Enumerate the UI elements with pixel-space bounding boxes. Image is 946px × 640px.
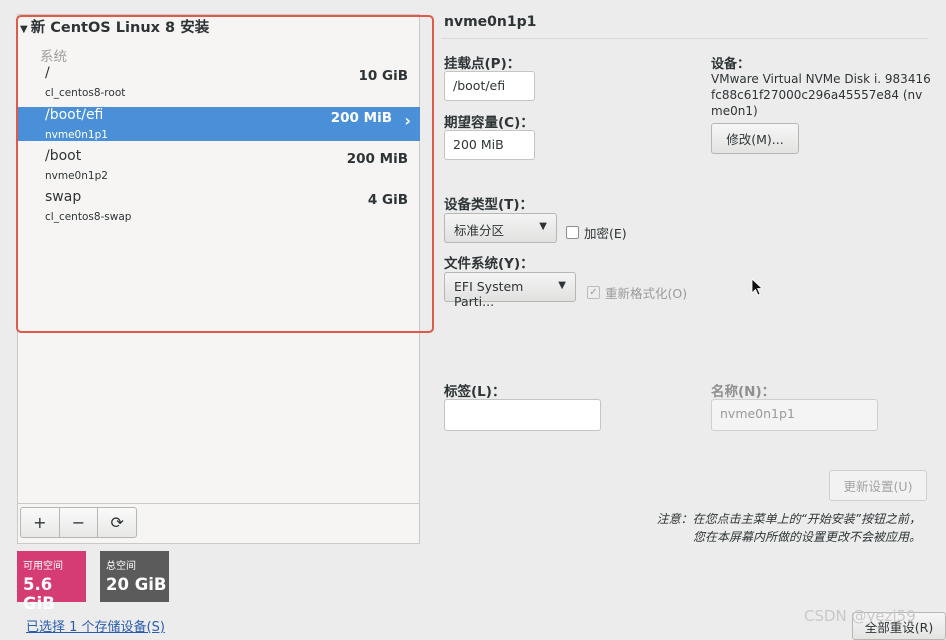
checkbox-box[interactable] [566,226,579,239]
name-label: 名称(N)： [711,384,776,400]
checkbox-checked-icon[interactable]: ✓ [587,286,600,299]
detail-title: nvme0n1p1 [444,14,537,30]
available-space-tile: 可用空间 5.6 GiB [17,551,86,613]
filesystem-value: EFI System Parti... [454,279,524,309]
available-space-value: 5.6 GiB [23,575,55,613]
update-settings-button[interactable]: 更新设置(U) [829,470,927,501]
title-divider [441,38,928,39]
device-type-label: 设备类型(T)： [444,197,534,213]
encrypt-checkbox[interactable]: 加密(E) [566,223,627,242]
partition-toolbar: + − ⟳ [20,507,137,538]
selected-storage-link[interactable]: 已选择 1 个存储设备(S) [26,616,165,635]
dropdown-caret-icon: ▼ [558,280,566,291]
toolbar-divider [18,503,420,504]
tag-input[interactable] [444,399,601,431]
filesystem-label: 文件系统(Y)： [444,256,534,272]
refresh-button[interactable]: ⟳ [98,508,136,537]
capacity-input[interactable]: 200 MiB [444,130,535,160]
add-partition-button[interactable]: + [21,508,60,537]
total-space-tile: 总空间 20 GiB [100,551,169,602]
remove-partition-button[interactable]: − [60,508,99,537]
device-type-value: 标准分区 [454,223,505,238]
total-space-value: 20 GiB [106,575,167,594]
dropdown-caret-icon: ▼ [539,221,547,232]
device-label: 设备： [711,57,751,72]
name-input[interactable]: nvme0n1p1 [711,399,878,431]
filesystem-select[interactable]: EFI System Parti... ▼ [444,272,576,309]
mouse-cursor-icon [751,278,763,296]
encrypt-label: 加密(E) [584,226,627,241]
settings-note: 注意：在您点击主菜单上的“开始安装”按钮之前， 您在本屏幕内所做的设置更改不会被… [560,510,921,546]
capacity-label: 期望容量(C)： [444,115,534,131]
available-space-label: 可用空间 [23,561,63,572]
note-line-1: 注意：在您点击主菜单上的“开始安装”按钮之前， [656,512,921,526]
note-line-2: 您在本屏幕内所做的设置更改不会被应用。 [692,530,921,544]
watermark: CSDN @yezi59 [804,607,916,625]
mount-point-input[interactable]: /boot/efi [444,71,535,101]
tag-label: 标签(L)： [444,384,506,400]
device-type-select[interactable]: 标准分区 ▼ [444,213,557,243]
reformat-label: 重新格式化(O) [605,286,688,301]
mount-point-label: 挂载点(P)： [444,56,521,72]
total-space-label: 总空间 [106,561,136,572]
reformat-checkbox[interactable]: ✓ 重新格式化(O) [587,283,687,302]
modify-button[interactable]: 修改(M)... [711,123,799,154]
device-description: VMware Virtual NVMe Disk i. 983416fc88c6… [711,72,931,118]
highlight-annotation-box [16,15,434,333]
